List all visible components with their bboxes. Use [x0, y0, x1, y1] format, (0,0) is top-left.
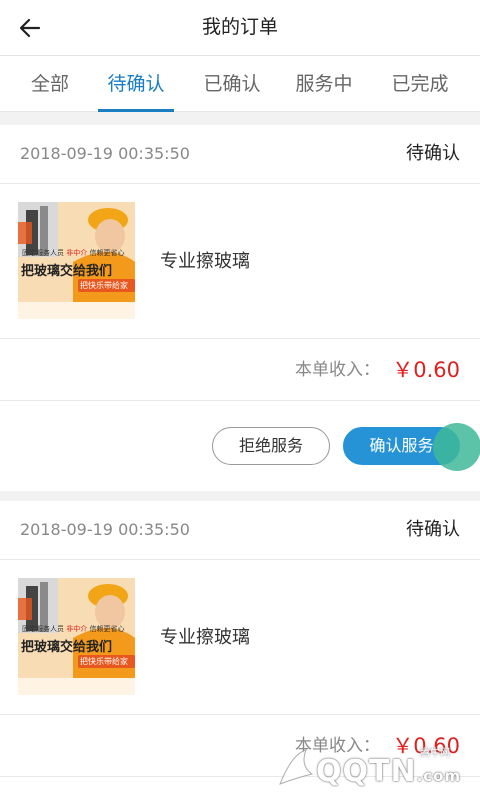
order-header: 2018-09-19 00:35:50 待确认: [0, 501, 480, 560]
watermark: QQTN.com 腾牛网: [272, 744, 472, 794]
thumb-text: 非中介: [66, 249, 88, 257]
watermark-brand: QQTN: [316, 754, 417, 789]
income-value: ￥0.60: [392, 358, 460, 382]
watermark-sub: 腾牛网: [420, 748, 450, 759]
thumb-text: 固定服务人员: [22, 249, 64, 257]
order-status: 待确认: [406, 143, 460, 164]
service-item[interactable]: 固定服务人员 非中介 信赖更省心 把玻璃交给我们 把快乐带给家 专业擦玻璃: [0, 184, 480, 339]
page-title: 我的订单: [201, 16, 278, 38]
top-bar: 我的订单: [0, 0, 480, 56]
service-thumbnail: 固定服务人员 非中介 信赖更省心 把玻璃交给我们 把快乐带给家: [18, 202, 135, 319]
order-time: 2018-09-19 00:35:50: [20, 144, 190, 163]
active-tab-indicator: [98, 109, 174, 112]
order-card: 2018-09-19 00:35:50 待确认 固定服务人员 非中介 信赖更省心: [0, 125, 480, 491]
order-actions: 拒绝服务 确认服务: [0, 401, 480, 491]
tab-in-service[interactable]: 服务中: [286, 56, 362, 112]
confirm-service-button[interactable]: 确认服务: [343, 423, 480, 471]
thumb-text: 信赖更省心: [89, 625, 125, 633]
thumb-ribbon: 把快乐带给家: [80, 657, 128, 666]
service-item[interactable]: 固定服务人员 非中介 信赖更省心 把玻璃交给我们 把快乐带给家 专业擦玻璃: [0, 560, 480, 715]
service-name: 专业擦玻璃: [160, 627, 250, 648]
order-header: 2018-09-19 00:35:50 待确认: [0, 125, 480, 184]
order-time: 2018-09-19 00:35:50: [20, 520, 190, 539]
tab-label: 待确认: [107, 73, 165, 95]
tab-label: 已完成: [391, 73, 449, 95]
tab-pending[interactable]: 待确认: [98, 56, 174, 112]
thumb-text: 信赖更省心: [89, 249, 125, 257]
thumb-headline: 把玻璃交给我们: [21, 264, 113, 279]
thumb-text: 固定服务人员: [22, 625, 64, 633]
income-label: 本单收入：: [295, 360, 380, 380]
tab-confirmed[interactable]: 已确认: [194, 56, 270, 112]
tab-all[interactable]: 全部: [12, 56, 88, 112]
watermark-suffix: .com: [416, 767, 462, 785]
reject-service-button[interactable]: 拒绝服务: [212, 427, 330, 465]
tab-label: 服务中: [295, 73, 353, 95]
service-name: 专业擦玻璃: [160, 251, 250, 272]
thumb-ribbon: 把快乐带给家: [80, 281, 128, 290]
tab-completed[interactable]: 已完成: [382, 56, 458, 112]
touch-ripple: [433, 423, 480, 471]
order-status: 待确认: [406, 519, 460, 540]
tab-label: 已确认: [203, 73, 261, 95]
income-row: 本单收入： ￥0.60: [0, 339, 480, 401]
thumb-headline: 把玻璃交给我们: [21, 640, 113, 655]
order-tabs: 全部 待确认 已确认 服务中 已完成: [0, 56, 480, 112]
tab-label: 全部: [30, 73, 69, 95]
service-thumbnail: 固定服务人员 非中介 信赖更省心 把玻璃交给我们 把快乐带给家: [18, 578, 135, 695]
confirm-label: 确认服务: [369, 436, 434, 455]
thumb-text: 非中介: [66, 625, 88, 633]
